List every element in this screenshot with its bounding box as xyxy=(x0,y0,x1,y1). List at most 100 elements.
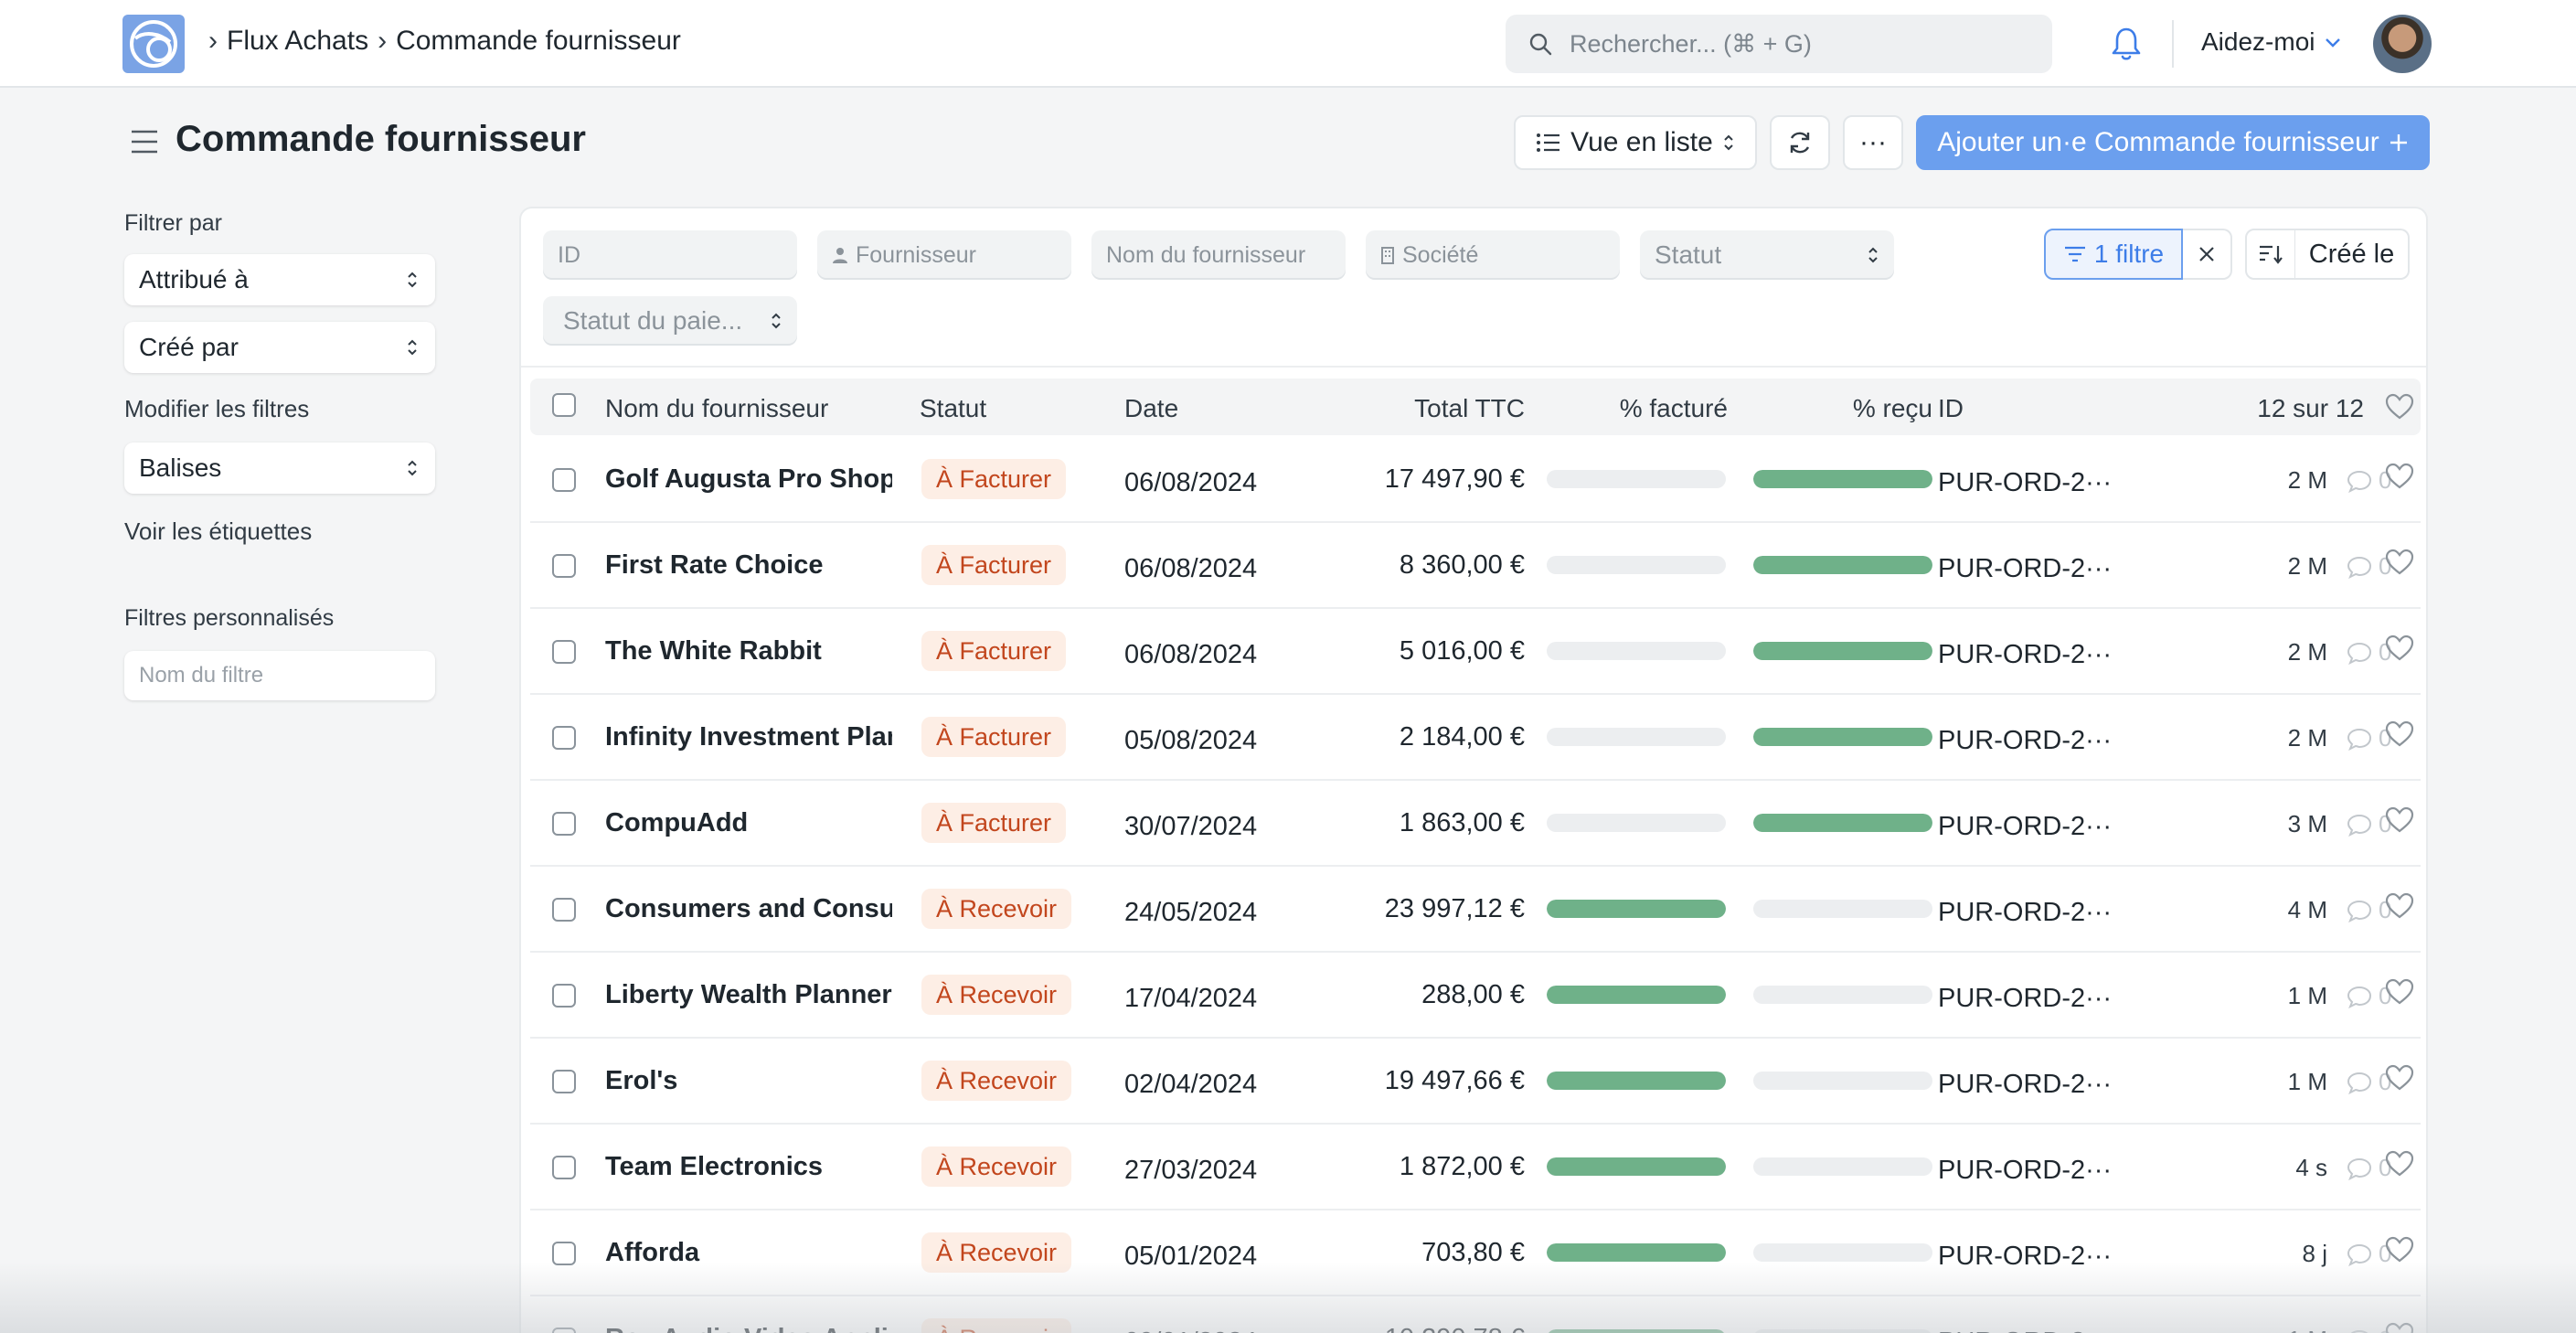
row-checkbox[interactable] xyxy=(552,984,576,1008)
heart-icon[interactable] xyxy=(2384,1322,2415,1333)
filter-button[interactable]: 1 filtre xyxy=(2044,229,2183,280)
row-checkbox[interactable] xyxy=(552,1070,576,1093)
column-supplier-name[interactable]: Nom du fournisseur xyxy=(605,394,828,423)
supplier-name-cell[interactable]: Erol's xyxy=(605,1066,892,1096)
heart-icon[interactable] xyxy=(2384,978,2415,1006)
created-by-select[interactable]: Créé par xyxy=(124,322,435,373)
company-filter-input[interactable]: Société xyxy=(1366,230,1620,280)
column-billed[interactable]: % facturé xyxy=(1545,394,1728,423)
add-purchase-order-button[interactable]: Ajouter un·e Commande fournisseur xyxy=(1916,115,2430,170)
supplier-name-cell[interactable]: Golf Augusta Pro Shops xyxy=(605,464,892,495)
supplier-name-filter-input[interactable]: Nom du fournisseur xyxy=(1091,230,1346,280)
app-logo[interactable] xyxy=(122,15,185,73)
id-cell[interactable]: PUR-ORD-2··· xyxy=(1938,1156,2112,1186)
column-id[interactable]: ID xyxy=(1938,394,1964,423)
supplier-name-cell[interactable]: Rox Audio Video Applia xyxy=(605,1324,892,1333)
refresh-button[interactable] xyxy=(1770,115,1830,170)
comment-icon xyxy=(2347,900,2372,922)
received-progress-bar xyxy=(1753,728,1932,746)
search-bar[interactable] xyxy=(1506,15,2052,73)
filter-name-input[interactable]: Nom du filtre xyxy=(124,651,435,700)
sort-direction-button[interactable] xyxy=(2245,229,2296,280)
id-cell[interactable]: PUR-ORD-2··· xyxy=(1938,898,2112,928)
table-row[interactable]: CompuAdd À Facturer 30/07/2024 1 863,00 € PU… xyxy=(530,781,2421,867)
heart-icon[interactable] xyxy=(2384,892,2415,920)
heart-icon[interactable] xyxy=(2384,1236,2415,1264)
sidebar-toggle-icon[interactable] xyxy=(130,128,159,155)
table-row[interactable]: Liberty Wealth Planners À Recevoir 17/04/2… xyxy=(530,953,2421,1039)
id-cell[interactable]: PUR-ORD-2··· xyxy=(1938,812,2112,842)
clear-filters-button[interactable] xyxy=(2183,229,2232,280)
breadcrumb-item-commande-fournisseur[interactable]: Commande fournisseur xyxy=(396,26,681,57)
date-cell: 05/08/2024 xyxy=(1124,726,1258,755)
help-dropdown[interactable]: Aidez-moi xyxy=(2201,27,2342,57)
id-cell[interactable]: PUR-ORD-2··· xyxy=(1938,1328,2112,1333)
billed-progress-bar xyxy=(1547,556,1726,574)
supplier-name-cell[interactable]: Infinity Investment Plan xyxy=(605,722,892,752)
table-row[interactable]: Team Electronics À Recevoir 27/03/2024 1 87… xyxy=(530,1125,2421,1210)
supplier-name-cell[interactable]: The White Rabbit xyxy=(605,636,892,666)
sort-field-button[interactable]: Créé le xyxy=(2294,229,2410,280)
heart-icon[interactable] xyxy=(2384,720,2415,748)
row-checkbox[interactable] xyxy=(552,812,576,836)
payment-status-filter-select[interactable]: Statut du paie... xyxy=(543,296,797,346)
table-row[interactable]: Afforda À Recevoir 05/01/2024 703,80 € PUR-O… xyxy=(530,1210,2421,1296)
id-cell[interactable]: PUR-ORD-2··· xyxy=(1938,640,2112,670)
user-avatar[interactable] xyxy=(2373,15,2432,73)
id-cell[interactable]: PUR-ORD-2··· xyxy=(1938,726,2112,756)
column-date[interactable]: Date xyxy=(1124,394,1178,423)
show-tags-link[interactable]: Voir les étiquettes xyxy=(124,517,312,546)
table-row[interactable]: First Rate Choice À Facturer 06/08/2024 8 3… xyxy=(530,523,2421,609)
heart-icon[interactable] xyxy=(2384,463,2415,490)
tags-select[interactable]: Balises xyxy=(124,443,435,494)
supplier-filter-input[interactable]: Fournisseur xyxy=(817,230,1071,280)
supplier-name-cell[interactable]: Consumers and Consur xyxy=(605,894,892,924)
breadcrumb-item-flux-achats[interactable]: Flux Achats xyxy=(227,26,368,57)
comment-icon xyxy=(2347,470,2372,493)
edit-filters-link[interactable]: Modifier les filtres xyxy=(124,395,309,423)
table-row[interactable]: Rox Audio Video Applia À Recevoir 09/01/20… xyxy=(530,1296,2421,1333)
table-row[interactable]: The White Rabbit À Facturer 06/08/2024 5 01… xyxy=(530,609,2421,695)
id-cell[interactable]: PUR-ORD-2··· xyxy=(1938,554,2112,584)
status-filter-placeholder: Statut xyxy=(1655,240,1722,269)
heart-icon[interactable] xyxy=(2384,1150,2415,1178)
status-filter-select[interactable]: Statut xyxy=(1640,230,1894,280)
search-input[interactable] xyxy=(1570,15,2036,73)
table-row[interactable]: Erol's À Recevoir 02/04/2024 19 497,66 € PUR… xyxy=(530,1039,2421,1125)
select-all-checkbox[interactable] xyxy=(552,393,576,417)
heart-icon[interactable] xyxy=(2384,1064,2415,1092)
row-checkbox[interactable] xyxy=(552,1156,576,1179)
modified-ago: 2 M xyxy=(2287,466,2327,494)
row-checkbox[interactable] xyxy=(552,726,576,750)
supplier-name-cell[interactable]: CompuAdd xyxy=(605,808,892,838)
row-checkbox[interactable] xyxy=(552,1242,576,1265)
column-total[interactable]: Total TTC xyxy=(1298,394,1525,423)
id-cell[interactable]: PUR-ORD-2··· xyxy=(1938,984,2112,1014)
heart-icon[interactable] xyxy=(2384,806,2415,834)
notification-bell-icon[interactable] xyxy=(2110,26,2143,62)
row-checkbox[interactable] xyxy=(552,468,576,492)
heart-icon[interactable] xyxy=(2384,635,2415,662)
supplier-name-cell[interactable]: First Rate Choice xyxy=(605,550,892,581)
row-checkbox[interactable] xyxy=(552,1328,576,1333)
table-row[interactable]: Infinity Investment Plan À Facturer 05/08/… xyxy=(530,695,2421,781)
id-cell[interactable]: PUR-ORD-2··· xyxy=(1938,468,2112,498)
assigned-to-select[interactable]: Attribué à xyxy=(124,254,435,305)
column-received[interactable]: % reçu xyxy=(1751,394,1932,423)
supplier-name-cell[interactable]: Afforda xyxy=(605,1238,892,1268)
row-checkbox[interactable] xyxy=(552,898,576,922)
id-filter-input[interactable]: ID xyxy=(543,230,797,280)
more-options-button[interactable]: ··· xyxy=(1843,115,1903,170)
id-cell[interactable]: PUR-ORD-2··· xyxy=(1938,1242,2112,1272)
id-cell[interactable]: PUR-ORD-2··· xyxy=(1938,1070,2112,1100)
row-checkbox[interactable] xyxy=(552,554,576,578)
column-status[interactable]: Statut xyxy=(920,394,986,423)
row-checkbox[interactable] xyxy=(552,640,576,664)
supplier-name-cell[interactable]: Team Electronics xyxy=(605,1152,892,1182)
heart-icon[interactable] xyxy=(2384,393,2415,421)
supplier-name-cell[interactable]: Liberty Wealth Planners xyxy=(605,980,892,1010)
heart-icon[interactable] xyxy=(2384,549,2415,576)
table-row[interactable]: Consumers and Consur À Recevoir 24/05/2024… xyxy=(530,867,2421,953)
table-row[interactable]: Golf Augusta Pro Shops À Facturer 06/08/20… xyxy=(530,437,2421,523)
view-switcher-button[interactable]: Vue en liste xyxy=(1514,115,1757,170)
